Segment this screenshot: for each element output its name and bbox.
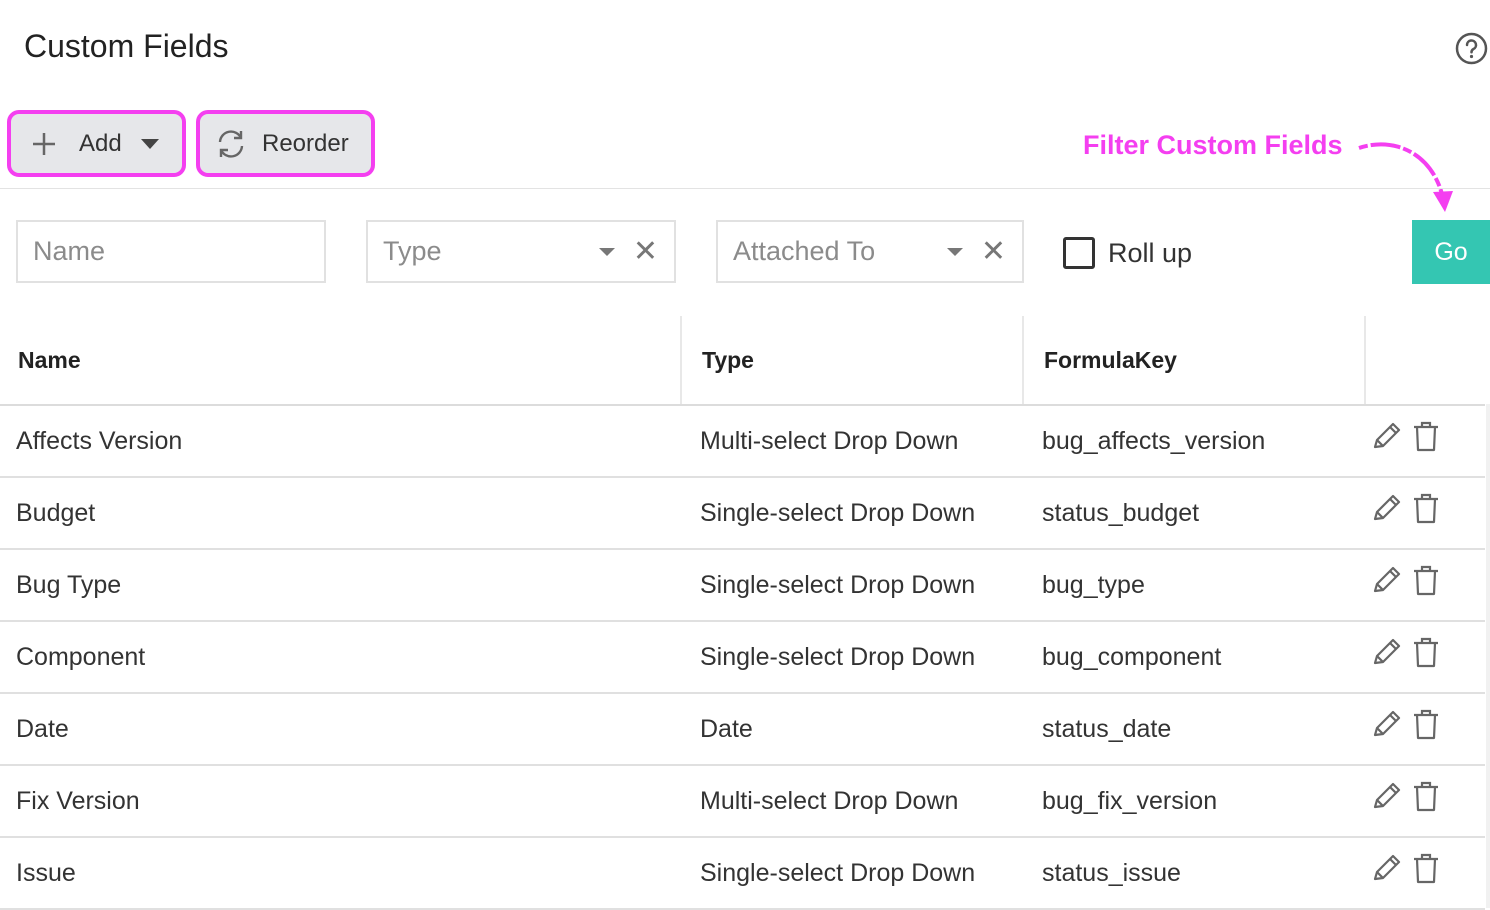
- cell-name: Affects Version: [16, 426, 183, 455]
- pencil-icon[interactable]: [1370, 420, 1402, 454]
- cell-name: Budget: [16, 498, 96, 527]
- cell-name: Date: [16, 714, 69, 743]
- trash-icon[interactable]: [1410, 852, 1442, 886]
- column-header-type[interactable]: Type: [702, 316, 754, 404]
- cell-type: Single-select Drop Down: [700, 642, 976, 671]
- help-icon[interactable]: [1455, 32, 1488, 65]
- cell-type: Date: [700, 714, 753, 743]
- trash-icon[interactable]: [1410, 780, 1442, 814]
- page-title: Custom Fields: [24, 28, 229, 64]
- cell-name: Bug Type: [16, 570, 122, 599]
- close-icon[interactable]: ✕: [633, 236, 658, 267]
- filter-annotation: Filter Custom Fields: [1083, 130, 1343, 160]
- trash-icon[interactable]: [1410, 564, 1442, 598]
- pencil-icon[interactable]: [1370, 564, 1402, 598]
- column-separator: [1022, 316, 1024, 404]
- type-filter-select[interactable]: Type ✕: [366, 220, 676, 283]
- column-separator: [1364, 316, 1366, 404]
- refresh-icon: [218, 129, 244, 158]
- column-header-formulakey[interactable]: FormulaKey: [1044, 316, 1177, 404]
- caret-down-icon: [140, 138, 159, 149]
- table-row[interactable]: Component Single-select Drop Down bug_co…: [0, 622, 1485, 694]
- attached-to-filter-select[interactable]: Attached To ✕: [716, 220, 1024, 283]
- close-icon[interactable]: ✕: [981, 236, 1006, 267]
- scrollbar[interactable]: [1486, 404, 1490, 908]
- trash-icon[interactable]: [1410, 636, 1442, 670]
- chevron-down-icon: [946, 247, 963, 256]
- name-filter-placeholder: Name: [33, 236, 106, 266]
- cell-formula-key: status_budget: [1042, 498, 1200, 527]
- cell-type: Single-select Drop Down: [700, 498, 976, 527]
- cell-type: Multi-select Drop Down: [700, 786, 959, 815]
- column-separator: [680, 316, 682, 404]
- cell-formula-key: status_issue: [1042, 858, 1181, 887]
- cell-formula-key: bug_fix_version: [1042, 786, 1218, 815]
- annotation-arrow-icon: [1358, 142, 1453, 212]
- plus-icon: [33, 132, 55, 155]
- cell-type: Single-select Drop Down: [700, 858, 976, 887]
- attached-to-placeholder: Attached To: [733, 236, 876, 266]
- add-button-label: Add: [79, 129, 122, 157]
- name-filter-input[interactable]: Name: [16, 220, 326, 283]
- cell-formula-key: status_date: [1042, 714, 1172, 743]
- rollup-checkbox[interactable]: [1063, 237, 1095, 269]
- pencil-icon[interactable]: [1370, 708, 1402, 742]
- pencil-icon[interactable]: [1370, 780, 1402, 814]
- table-row[interactable]: Affects Version Multi-select Drop Down b…: [0, 406, 1485, 478]
- trash-icon[interactable]: [1410, 708, 1442, 742]
- table-row[interactable]: Bug Type Single-select Drop Down bug_typ…: [0, 550, 1485, 622]
- chevron-down-icon: [598, 247, 615, 256]
- table-row[interactable]: Budget Single-select Drop Down status_bu…: [0, 478, 1485, 550]
- add-button[interactable]: Add: [7, 110, 186, 177]
- cell-formula-key: bug_component: [1042, 642, 1222, 671]
- cell-formula-key: bug_affects_version: [1042, 426, 1266, 455]
- table-row[interactable]: Fix Version Multi-select Drop Down bug_f…: [0, 766, 1485, 838]
- cell-formula-key: bug_type: [1042, 570, 1145, 599]
- rollup-label: Roll up: [1108, 238, 1193, 268]
- cell-type: Single-select Drop Down: [700, 570, 976, 599]
- cell-type: Multi-select Drop Down: [700, 426, 959, 455]
- trash-icon[interactable]: [1410, 492, 1442, 526]
- cell-name: Component: [16, 642, 146, 671]
- cell-name: Fix Version: [16, 786, 140, 815]
- pencil-icon[interactable]: [1370, 636, 1402, 670]
- column-header-name[interactable]: Name: [18, 316, 81, 404]
- type-filter-placeholder: Type: [383, 236, 442, 266]
- table-row[interactable]: Issue Single-select Drop Down status_iss…: [0, 838, 1485, 910]
- trash-icon[interactable]: [1410, 420, 1442, 454]
- reorder-button[interactable]: Reorder: [196, 110, 375, 177]
- pencil-icon[interactable]: [1370, 492, 1402, 526]
- pencil-icon[interactable]: [1370, 852, 1402, 886]
- table-row[interactable]: Date Date status_date: [0, 694, 1485, 766]
- go-button[interactable]: Go: [1412, 220, 1490, 284]
- reorder-button-label: Reorder: [262, 129, 349, 157]
- cell-name: Issue: [16, 858, 76, 887]
- toolbar-divider: [0, 188, 1490, 189]
